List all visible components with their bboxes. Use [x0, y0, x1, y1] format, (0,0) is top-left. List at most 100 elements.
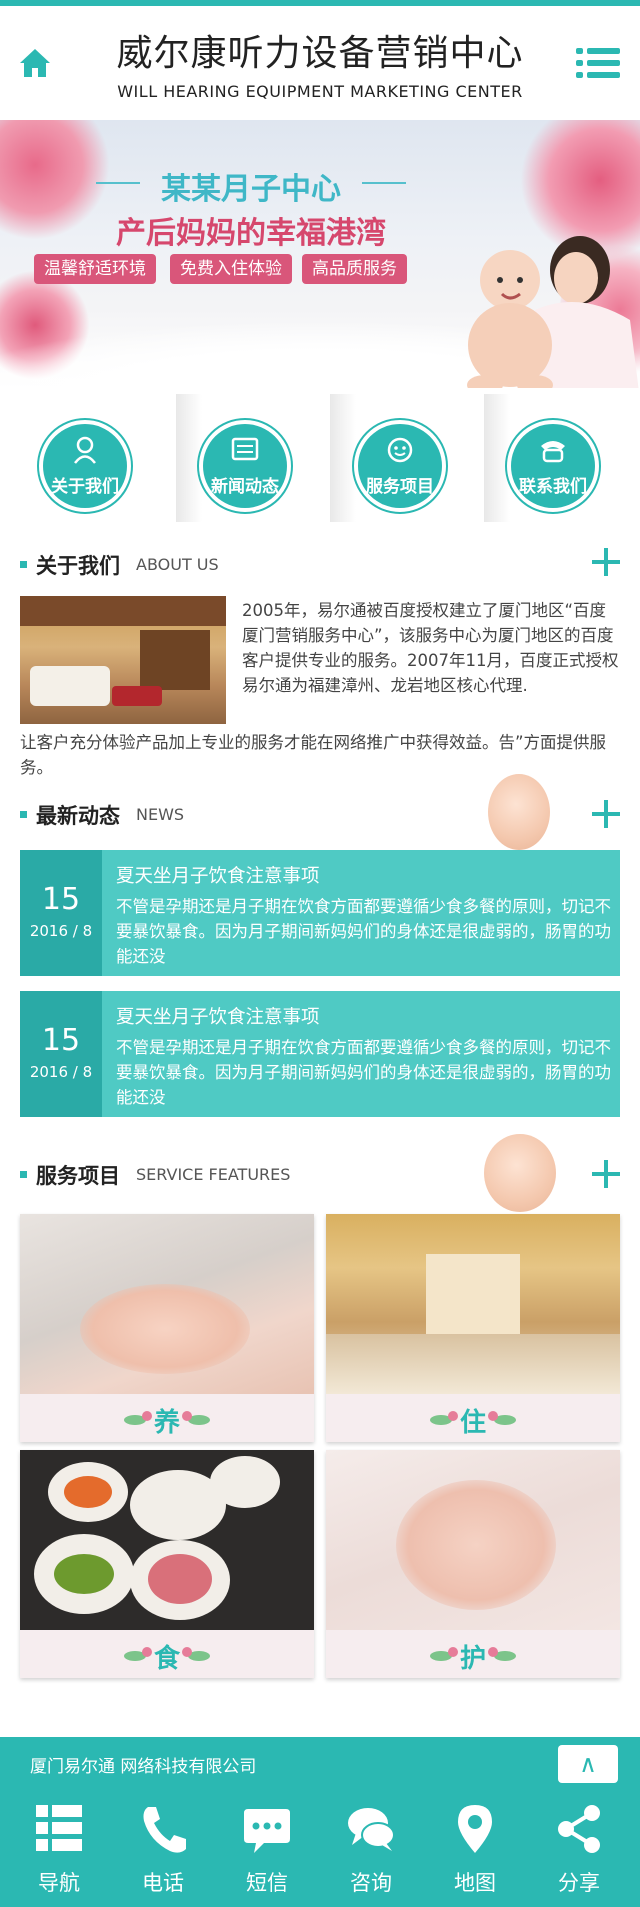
- service-card-stay[interactable]: 住: [326, 1214, 620, 1442]
- nav-label: 联系我们: [519, 477, 587, 497]
- home-icon[interactable]: [18, 46, 52, 80]
- bottom-nav-consult[interactable]: 咨询: [318, 1789, 424, 1907]
- nav-label: 服务项目: [366, 477, 434, 497]
- news-excerpt: 不管是孕期还是月子期在饮食方面都要遵循少食多餐的原则，切记不要暴饮暴食。因为月子…: [116, 897, 611, 966]
- message-icon: [244, 1809, 290, 1853]
- leaf-decoration-icon: [182, 1647, 210, 1661]
- news-date: 15 2016 / 8: [20, 850, 102, 976]
- service-label: 住: [326, 1394, 620, 1442]
- service-image: [326, 1450, 620, 1630]
- newspaper-icon: [231, 437, 259, 461]
- mother-baby-image: [467, 236, 639, 388]
- grid-menu-icon: [36, 1805, 82, 1851]
- about-image: [20, 596, 226, 724]
- section-title-cn: 最新动态: [36, 804, 120, 828]
- footer-company-name: 厦门易尔通 网络科技有限公司: [30, 1757, 257, 1777]
- bottom-nav: 导航 电话 短信 咨询 地图 分享: [0, 1789, 640, 1907]
- service-image: [326, 1214, 620, 1394]
- about-text-continued: 让客户充分体验产品加上专业的服务才能在网络推广中获得效益。告”方面提供服务。: [20, 733, 607, 777]
- service-icon: [387, 437, 413, 463]
- bottom-nav-share[interactable]: 分享: [526, 1789, 632, 1907]
- site-header: 威尔康听力设备营销中心 WILL HEARING EQUIPMENT MARKE…: [0, 6, 640, 120]
- site-title: 威尔康听力设备营销中心: [116, 33, 524, 74]
- service-label: 护: [326, 1630, 620, 1678]
- banner-tag: 温馨舒适环境: [34, 254, 156, 284]
- leaf-decoration-icon: [488, 1647, 516, 1661]
- news-title: 夏天坐月子饮食注意事项: [116, 1007, 320, 1028]
- banner-tag: 高品质服务: [302, 254, 407, 284]
- leaf-decoration-icon: [429, 1647, 458, 1661]
- leaf-decoration-icon: [123, 1647, 152, 1661]
- service-card-nurture[interactable]: 养: [20, 1214, 314, 1442]
- section-title-en: SERVICE FEATURES: [136, 1165, 291, 1184]
- banner-tag: 免费入住体验: [170, 254, 292, 284]
- news-year-month: 2016 / 8: [29, 922, 93, 940]
- map-pin-icon: [458, 1805, 492, 1853]
- title-bullet: [20, 1171, 27, 1178]
- service-label-text: 养: [153, 1408, 180, 1438]
- service-label: 食: [20, 1630, 314, 1678]
- section-title-en: NEWS: [136, 805, 185, 824]
- back-to-top-button[interactable]: ∧: [558, 1745, 618, 1783]
- leaf-decoration-icon: [429, 1411, 458, 1425]
- nav-label: 新闻动态: [211, 477, 279, 497]
- share-icon: [558, 1805, 600, 1853]
- bottom-nav-label: 电话: [142, 1871, 184, 1895]
- baby-face-image: [488, 774, 550, 850]
- title-bullet: [20, 811, 27, 818]
- service-label-text: 住: [459, 1408, 486, 1438]
- news-title: 夏天坐月子饮食注意事项: [116, 866, 320, 887]
- service-card-food[interactable]: 食: [20, 1450, 314, 1678]
- flower-decoration: [0, 120, 110, 240]
- phone-icon: [143, 1807, 186, 1853]
- chat-icon: [348, 1808, 394, 1851]
- news-item[interactable]: 15 2016 / 8 夏天坐月子饮食注意事项 不管是孕期还是月子期在饮食方面都…: [20, 991, 620, 1117]
- site-subtitle: WILL HEARING EQUIPMENT MARKETING CENTER: [117, 82, 523, 101]
- bottom-nav-label: 咨询: [350, 1871, 392, 1895]
- bottom-nav-map[interactable]: 地图: [422, 1789, 528, 1907]
- news-day: 15: [41, 882, 81, 917]
- bottom-nav-navigation[interactable]: 导航: [6, 1789, 112, 1907]
- bottom-nav-sms[interactable]: 短信: [214, 1789, 320, 1907]
- service-card-care[interactable]: 护: [326, 1450, 620, 1678]
- person-icon: [74, 436, 96, 464]
- hero-banner[interactable]: 某某月子中心 产后妈妈的幸福港湾 温馨舒适环境 免费入住体验 高品质服务: [0, 120, 640, 388]
- phone-icon: [541, 441, 565, 463]
- services-more-plus-icon[interactable]: [592, 1160, 620, 1188]
- news-date: 15 2016 / 8: [20, 991, 102, 1117]
- news-year-month: 2016 / 8: [29, 1063, 93, 1081]
- news-item[interactable]: 15 2016 / 8 夏天坐月子饮食注意事项 不管是孕期还是月子期在饮食方面都…: [20, 850, 620, 976]
- service-image: [20, 1214, 314, 1394]
- leaf-decoration-icon: [488, 1411, 516, 1425]
- news-excerpt: 不管是孕期还是月子期在饮食方面都要遵循少食多餐的原则，切记不要暴饮暴食。因为月子…: [116, 1038, 611, 1107]
- nav-item-news[interactable]: 新闻动态: [170, 394, 320, 522]
- nav-item-contact[interactable]: 联系我们: [478, 394, 628, 522]
- leaf-decoration-icon: [123, 1411, 152, 1425]
- about-text: 2005年，易尔通被百度授权建立了厦门地区“百度厦门营销服务中心”，该服务中心为…: [242, 601, 619, 695]
- nav-item-services[interactable]: 服务项目: [325, 394, 475, 522]
- section-title-en: ABOUT US: [136, 555, 219, 574]
- section-title-cn: 服务项目: [36, 1164, 120, 1188]
- nav-label: 关于我们: [51, 477, 119, 497]
- bottom-nav-label: 导航: [38, 1871, 80, 1895]
- service-label-text: 护: [459, 1644, 486, 1674]
- service-image: [20, 1450, 314, 1630]
- bottom-nav-label: 地图: [454, 1871, 496, 1895]
- baby-face-image: [484, 1134, 556, 1212]
- footer-bar: 厦门易尔通 网络科技有限公司 ∧: [0, 1737, 640, 1789]
- nav-item-about[interactable]: 关于我们: [10, 394, 160, 522]
- bottom-nav-phone[interactable]: 电话: [110, 1789, 216, 1907]
- title-bullet: [20, 561, 27, 568]
- bottom-nav-label: 分享: [558, 1871, 600, 1895]
- section-title-cn: 关于我们: [36, 554, 120, 578]
- quick-nav: 关于我们 新闻动态 服务项目 联系我们: [0, 394, 640, 522]
- about-more-plus-icon[interactable]: [592, 548, 620, 576]
- news-more-plus-icon[interactable]: [592, 800, 620, 828]
- service-label: 养: [20, 1394, 314, 1442]
- leaf-decoration-icon: [182, 1411, 210, 1425]
- list-menu-icon[interactable]: [576, 46, 620, 80]
- service-label-text: 食: [153, 1644, 180, 1674]
- banner-headline: 某某月子中心: [96, 164, 406, 208]
- bottom-nav-label: 短信: [246, 1871, 288, 1895]
- banner-subheadline: 产后妈妈的幸福港湾: [116, 216, 386, 251]
